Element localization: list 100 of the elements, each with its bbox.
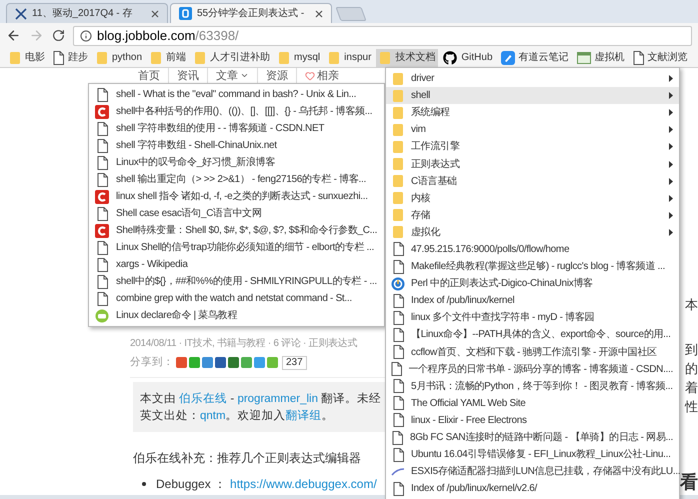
page-icon: [96, 172, 108, 186]
share-icon[interactable]: [202, 357, 213, 368]
url-host: blog.jobbole.com: [97, 28, 196, 43]
share-icon[interactable]: [254, 357, 265, 368]
page-icon: [392, 448, 404, 462]
menu-item[interactable]: combine grep with the watch and netstat command - St...: [89, 290, 384, 307]
address-field[interactable]: blog.jobbole.com/63398/: [73, 26, 692, 46]
bookmark[interactable]: 人才引进补助: [191, 48, 274, 66]
menu-item[interactable]: The Official YAML Web Site: [386, 394, 679, 412]
quote-text: 。欢迎加入: [226, 410, 286, 422]
page-icon: [96, 292, 108, 306]
menu-item[interactable]: shell 字符串数组的使用 - - 博客频道 - CSDN.NET: [89, 120, 384, 137]
menu-item[interactable]: Linux中的叹号命令_好习惯_新浪博客: [89, 154, 384, 171]
menu-item[interactable]: shell 字符串数组 - Shell-ChinaUnix.net: [89, 137, 384, 154]
link[interactable]: https://www.debuggex.com/: [230, 474, 377, 493]
page-icon: [96, 138, 108, 152]
page-icon: [392, 396, 404, 410]
close-icon[interactable]: [151, 10, 159, 18]
menu-item[interactable]: ccflow首页、文档和下载 - 驰骋工作流引擎 - 开源中国社区: [386, 344, 679, 361]
menu-item[interactable]: linux - Elixir - Free Electrons: [386, 412, 679, 429]
menu-item[interactable]: linux shell 指令 诸如-d, -f, -e之类的判断表达式 - sunxuezhi...: [89, 188, 384, 205]
bookmark[interactable]: 电影: [6, 48, 48, 66]
reload-icon[interactable]: [52, 29, 65, 42]
menu-item[interactable]: 虚拟化: [386, 224, 679, 241]
tab-title: 11、驱动_2017Q4 - 存: [32, 7, 134, 21]
menu-item[interactable]: 8Gb FC SAN连接时的链路中断问题 - 【单骑】的日志 - 网易...: [386, 428, 679, 446]
note-app-icon: [500, 50, 515, 64]
folder-icon: [328, 50, 340, 64]
folder-icon: [9, 50, 21, 64]
bookmark[interactable]: 前端: [147, 48, 190, 66]
bookmark[interactable]: 有道云笔记: [498, 48, 572, 66]
back-icon[interactable]: [6, 28, 21, 43]
close-icon[interactable]: [315, 10, 323, 18]
menu-item[interactable]: 系统编程: [386, 104, 679, 122]
menu-item[interactable]: vim: [386, 121, 679, 138]
menu-item[interactable]: C语言基础: [386, 172, 679, 190]
menu-item[interactable]: Linux declare命令 | 菜鸟教程: [89, 307, 384, 324]
submenu-arrow-icon: [669, 178, 673, 185]
menu-item[interactable]: Shell特殊变量：Shell $0, $#, $*, $@, $?, $$和命令行参数_C...: [89, 222, 384, 239]
page-icon: [392, 294, 404, 308]
browser-tab[interactable]: 11、驱动_2017Q4 - 存: [6, 3, 168, 23]
menu-item[interactable]: 【Linux命令】--PATH具体的含义、export命令、source的用...: [386, 326, 679, 344]
menu-item[interactable]: 正则表达式: [386, 155, 679, 173]
bookmark[interactable]: inspur: [325, 48, 374, 66]
menu-item[interactable]: 47.95.215.176:9000/polls/0/flow/home: [386, 240, 679, 258]
folder-icon: [194, 50, 206, 64]
share-icon[interactable]: [215, 357, 226, 368]
menu-item[interactable]: shell - What is the "eval" command in bash? - Unix & Lin...: [89, 86, 384, 103]
menu-item[interactable]: shell中各种括号的作用()、(())、[]、[[]]、{} - 乌托邦 - 博客频...: [89, 103, 384, 120]
menu-item[interactable]: shell: [386, 87, 679, 104]
page-icon: [392, 413, 404, 428]
text-fragment: 的: [685, 361, 698, 376]
post-meta: 2014/08/11 · IT技术, 书籍与教程 · 6 评论 · 正则表达式: [130, 336, 358, 351]
menu-item[interactable]: Makefile经典教程(掌握这些足够) - ruglcc's blog - 博客频道 ...: [386, 258, 679, 276]
menu-item[interactable]: shell中的${}，##和%%的使用 - SHMILYRINGPULL的专栏 - ...: [89, 273, 384, 290]
menu-item[interactable]: Shell case esac语句_C语言中文网: [89, 205, 384, 222]
menu-item[interactable]: shell 输出重定向（> >> 2>&1） - feng27156的专栏 - 博客...: [89, 171, 384, 188]
folder-icon: [392, 191, 404, 206]
menu-item[interactable]: 5月书讯：流畅的Python，终于等到你！ - 图灵教育 - 博客频...: [386, 378, 679, 395]
url-path: /63398/: [195, 28, 239, 43]
menu-item[interactable]: Ubuntu 16.04引导错误修复 - EFI_Linux教程_Linux公社-Linu...: [386, 446, 679, 464]
list-item-text: Debuggex ：: [156, 476, 226, 493]
square-logo-icon: [179, 7, 192, 20]
share-icon[interactable]: [241, 357, 252, 368]
page-icon: [632, 50, 644, 64]
quote-text: 本文由: [140, 392, 177, 405]
bookmark[interactable]: 文献浏览: [630, 48, 691, 66]
menu-item[interactable]: Perl 中的正则表达式-Digico-ChinaUnix博客: [386, 275, 679, 292]
menu-item[interactable]: 内核: [386, 190, 679, 207]
menu-item[interactable]: linux 多个文件中查找字符串 - myD - 博客园: [386, 309, 679, 326]
browser-tab[interactable]: 55分钟学会正则表达式 -: [170, 3, 332, 23]
submenu-arrow-icon: [669, 212, 673, 219]
menu-item[interactable]: Index of /pub/linux/kernel/v2.6/: [386, 480, 679, 498]
bookmark[interactable]: 虚拟机: [574, 48, 628, 66]
bookmark[interactable]: 跬步: [50, 48, 91, 66]
text-fragment: 本: [685, 297, 698, 312]
page-icon: [96, 122, 108, 136]
bookmark[interactable]: 技术文档: [376, 48, 438, 66]
folder-icon: [392, 157, 404, 172]
page-icon: [392, 242, 404, 256]
menu-item[interactable]: 一个程序员的日常书单 - 源码分享的博客 - 博客频道 - CSDN....: [386, 360, 679, 378]
share-icon[interactable]: [228, 357, 239, 368]
bookmark[interactable]: mysql: [275, 48, 324, 66]
bookmark[interactable]: GitHub: [440, 48, 496, 66]
menu-item[interactable]: ESXI5存储适配器扫描到LUN信息已挂载，存储器中没有此LU...: [386, 463, 679, 480]
share-icon[interactable]: [189, 357, 200, 368]
menu-item[interactable]: driver: [386, 70, 679, 88]
cat-silhouette-icon: [443, 50, 458, 64]
submenu-arrow-icon: [669, 126, 673, 134]
share-icon[interactable]: [176, 357, 187, 368]
menu-item[interactable]: 存储: [386, 206, 679, 224]
menu-item[interactable]: Index of /pub/linux/kernel: [386, 292, 679, 310]
bookmark[interactable]: python: [93, 48, 146, 66]
folder-icon: [392, 72, 404, 86]
menu-item[interactable]: 工作流引擎: [386, 138, 679, 156]
menu-item[interactable]: xargs - Wikipedia: [89, 256, 384, 273]
folder-icon: [392, 122, 404, 137]
menu-item[interactable]: Linux Shell的信号trap功能你必须知道的细节 - elbort的专栏 ...: [89, 239, 384, 256]
c-logo-icon: [95, 190, 109, 204]
nav-link[interactable]: 首页: [130, 68, 168, 84]
